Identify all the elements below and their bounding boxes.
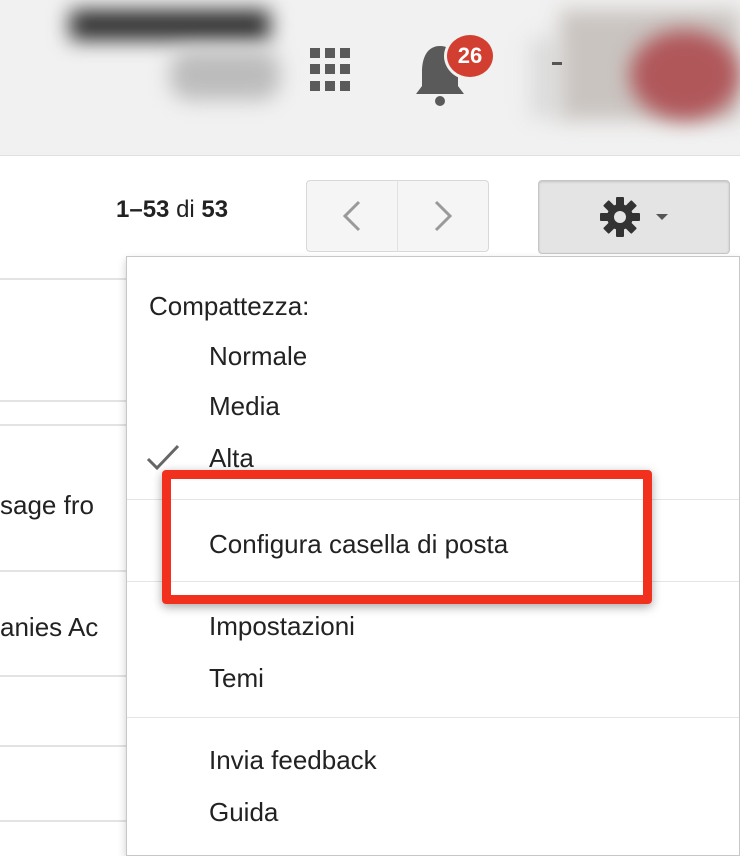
density-heading: Compattezza:	[149, 291, 310, 321]
chevron-left-icon	[342, 200, 361, 232]
list-divider	[0, 745, 130, 747]
highlight-annotation-box	[162, 470, 652, 604]
avatar[interactable]	[630, 30, 740, 120]
chevron-right-icon	[434, 200, 453, 232]
menu-separator	[127, 717, 739, 718]
pager-total: 53	[201, 196, 229, 223]
gear-icon	[600, 197, 640, 237]
menu-item-help[interactable]: Guida	[209, 797, 278, 828]
blurred-header-element	[170, 50, 280, 100]
list-divider	[0, 570, 130, 572]
list-item-snippet[interactable]: sage fro	[0, 490, 94, 521]
next-page-button[interactable]	[397, 180, 489, 252]
blurred-search-area	[70, 10, 270, 40]
list-divider	[0, 675, 130, 677]
pager-of: di	[176, 196, 195, 223]
menu-item-settings[interactable]: Impostazioni	[209, 611, 355, 642]
menu-item-themes[interactable]: Temi	[209, 663, 264, 694]
density-option-medium[interactable]: Media	[209, 391, 280, 422]
list-divider	[0, 424, 130, 426]
prev-page-button[interactable]	[306, 180, 398, 252]
list-divider	[0, 820, 130, 822]
blurred-share-button	[530, 38, 560, 118]
list-item-snippet[interactable]: anies Ac	[0, 612, 98, 643]
menu-item-send-feedback[interactable]: Invia feedback	[209, 745, 377, 776]
pager-range: 1–53	[116, 196, 170, 223]
density-option-normal[interactable]: Normale	[209, 341, 307, 372]
list-divider	[0, 400, 130, 402]
caret-down-icon	[656, 214, 668, 220]
share-plus-icon[interactable]	[552, 62, 562, 65]
pagination-label: 1–53 di 53	[116, 196, 228, 224]
checkmark-icon	[146, 444, 180, 471]
settings-button[interactable]	[538, 180, 730, 254]
notification-count-badge[interactable]: 26	[444, 32, 496, 80]
apps-grid-icon[interactable]	[310, 48, 354, 92]
top-header-bar: 26	[0, 0, 740, 156]
list-divider	[0, 278, 130, 280]
